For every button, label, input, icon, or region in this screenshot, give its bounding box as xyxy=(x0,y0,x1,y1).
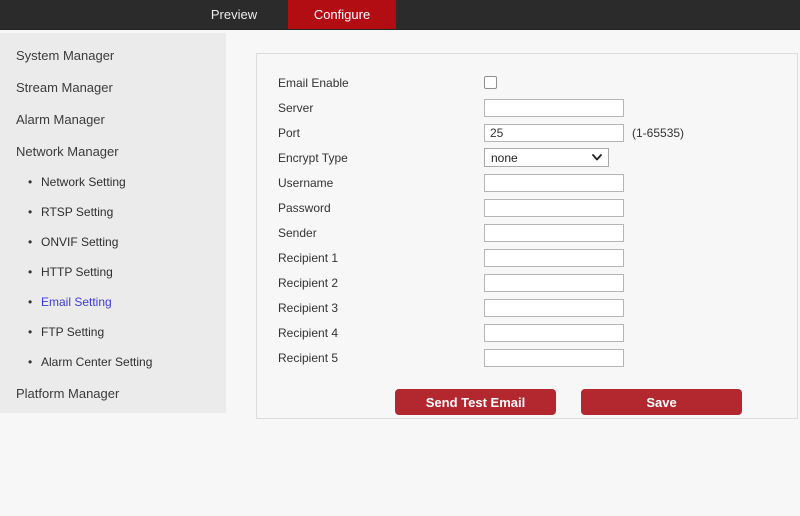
sidebar-item-label: HTTP Setting xyxy=(41,265,113,279)
recipient-1-input[interactable] xyxy=(484,248,624,267)
password-input[interactable] xyxy=(484,198,624,217)
save-button[interactable]: Save xyxy=(581,389,742,415)
form-row-port: Port (1-65535) xyxy=(257,120,797,145)
email-settings-panel: Email Enable Server Port (1-65535) Encry… xyxy=(256,53,798,419)
sender-input[interactable] xyxy=(484,223,624,242)
form-row-encrypt-type: Encrypt Type none xyxy=(257,145,797,170)
tab-preview[interactable]: Preview xyxy=(180,0,288,29)
form-row-recipient-3: Recipient 3 xyxy=(257,295,797,320)
sidebar-item-stream-manager[interactable]: Stream Manager xyxy=(0,71,226,103)
recipient-2-label: Recipient 2 xyxy=(278,275,339,290)
recipient-4-label: Recipient 4 xyxy=(278,325,339,340)
sidebar-item-platform-manager[interactable]: Platform Manager xyxy=(0,377,226,409)
email-enable-label: Email Enable xyxy=(278,75,349,90)
bullet-icon: • xyxy=(28,205,33,219)
recipient-4-input[interactable] xyxy=(484,323,624,342)
form-row-recipient-1: Recipient 1 xyxy=(257,245,797,270)
form-row-recipient-2: Recipient 2 xyxy=(257,270,797,295)
recipient-5-label: Recipient 5 xyxy=(278,350,339,365)
server-input[interactable] xyxy=(484,98,624,117)
form-row-email-enable: Email Enable xyxy=(257,70,797,95)
bullet-icon: • xyxy=(28,325,33,339)
sidebar-item-system-manager[interactable]: System Manager xyxy=(0,39,226,71)
sidebar-menu: System Manager Stream Manager Alarm Mana… xyxy=(0,33,226,413)
sidebar-item-label: ONVIF Setting xyxy=(41,235,119,249)
username-input[interactable] xyxy=(484,173,624,192)
sidebar-item-label: Alarm Center Setting xyxy=(41,355,153,369)
username-label: Username xyxy=(278,175,334,190)
form-row-recipient-4: Recipient 4 xyxy=(257,320,797,345)
form-row-password: Password xyxy=(257,195,797,220)
tab-configure[interactable]: Configure xyxy=(288,0,396,29)
sidebar-item-label: FTP Setting xyxy=(41,325,105,339)
sidebar-item-rtsp-setting[interactable]: • RTSP Setting xyxy=(0,197,226,227)
top-navigation-bar: Preview Configure xyxy=(0,0,800,30)
password-label: Password xyxy=(278,200,331,215)
bullet-icon: • xyxy=(28,265,33,279)
form-row-server: Server xyxy=(257,95,797,120)
sidebar-item-network-manager[interactable]: Network Manager xyxy=(0,135,226,167)
sidebar-item-label: Network Setting xyxy=(41,175,126,189)
sidebar-item-onvif-setting[interactable]: • ONVIF Setting xyxy=(0,227,226,257)
nav-tabs: Preview Configure xyxy=(180,0,396,29)
sidebar-item-http-setting[interactable]: • HTTP Setting xyxy=(0,257,226,287)
encrypt-type-selected-value: none xyxy=(491,150,518,165)
sidebar-item-email-setting[interactable]: • Email Setting xyxy=(0,287,226,317)
recipient-3-label: Recipient 3 xyxy=(278,300,339,315)
form-row-recipient-5: Recipient 5 xyxy=(257,345,797,370)
port-range-hint: (1-65535) xyxy=(632,125,685,140)
bullet-icon: • xyxy=(28,295,33,309)
form-row-sender: Sender xyxy=(257,220,797,245)
port-label: Port xyxy=(278,125,301,140)
server-label: Server xyxy=(278,100,314,115)
recipient-1-label: Recipient 1 xyxy=(278,250,339,265)
encrypt-type-label: Encrypt Type xyxy=(278,150,348,165)
bullet-icon: • xyxy=(28,235,33,249)
form-button-row: Send Test Email Save xyxy=(257,389,797,415)
recipient-5-input[interactable] xyxy=(484,348,624,367)
form-row-username: Username xyxy=(257,170,797,195)
sender-label: Sender xyxy=(278,225,317,240)
sidebar-item-network-setting[interactable]: • Network Setting xyxy=(0,167,226,197)
chevron-down-icon xyxy=(592,154,602,161)
sidebar-item-label: Email Setting xyxy=(41,295,112,309)
recipient-3-input[interactable] xyxy=(484,298,624,317)
sidebar-item-alarm-center-setting[interactable]: • Alarm Center Setting xyxy=(0,347,226,377)
encrypt-type-select[interactable]: none xyxy=(484,148,609,167)
recipient-2-input[interactable] xyxy=(484,273,624,292)
sidebar-item-label: RTSP Setting xyxy=(41,205,114,219)
bullet-icon: • xyxy=(28,175,33,189)
email-enable-checkbox[interactable] xyxy=(484,76,497,89)
port-input[interactable] xyxy=(484,123,624,142)
send-test-email-button[interactable]: Send Test Email xyxy=(395,389,556,415)
sidebar-item-alarm-manager[interactable]: Alarm Manager xyxy=(0,103,226,135)
sidebar-item-ftp-setting[interactable]: • FTP Setting xyxy=(0,317,226,347)
bullet-icon: • xyxy=(28,355,33,369)
